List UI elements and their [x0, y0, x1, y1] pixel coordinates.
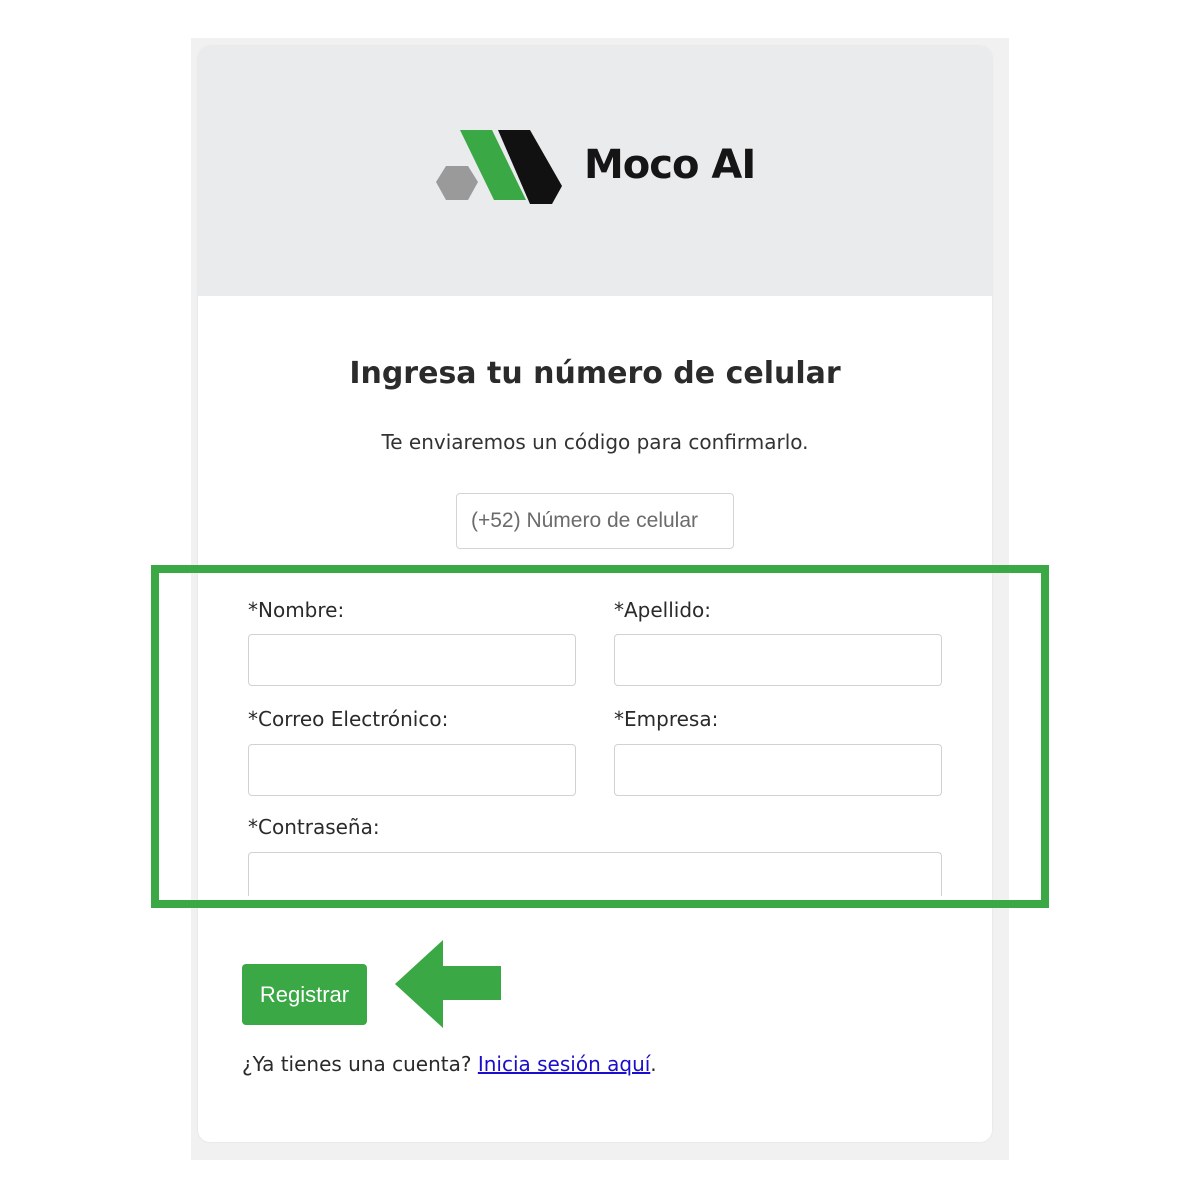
card-header: Moco AI	[198, 46, 992, 296]
page-subtitle: Te enviaremos un código para confirmarlo…	[381, 430, 809, 454]
login-prompt-text: ¿Ya tienes una cuenta?	[242, 1052, 472, 1076]
login-link[interactable]: Inicia sesión aquí	[478, 1052, 650, 1076]
brand-name: Moco AI	[584, 142, 756, 188]
phone-number-input[interactable]	[456, 493, 734, 549]
arrow-left-icon	[395, 940, 501, 1028]
login-prompt-line: ¿Ya tienes una cuenta? Inicia sesión aqu…	[242, 1052, 657, 1076]
register-button[interactable]: Registrar	[242, 964, 367, 1025]
login-period: .	[650, 1052, 657, 1076]
page-title: Ingresa tu número de celular	[349, 356, 841, 391]
brand-logo: Moco AI	[434, 130, 764, 210]
moco-logo-icon	[436, 130, 562, 204]
annotation-highlight-box	[151, 565, 1049, 908]
